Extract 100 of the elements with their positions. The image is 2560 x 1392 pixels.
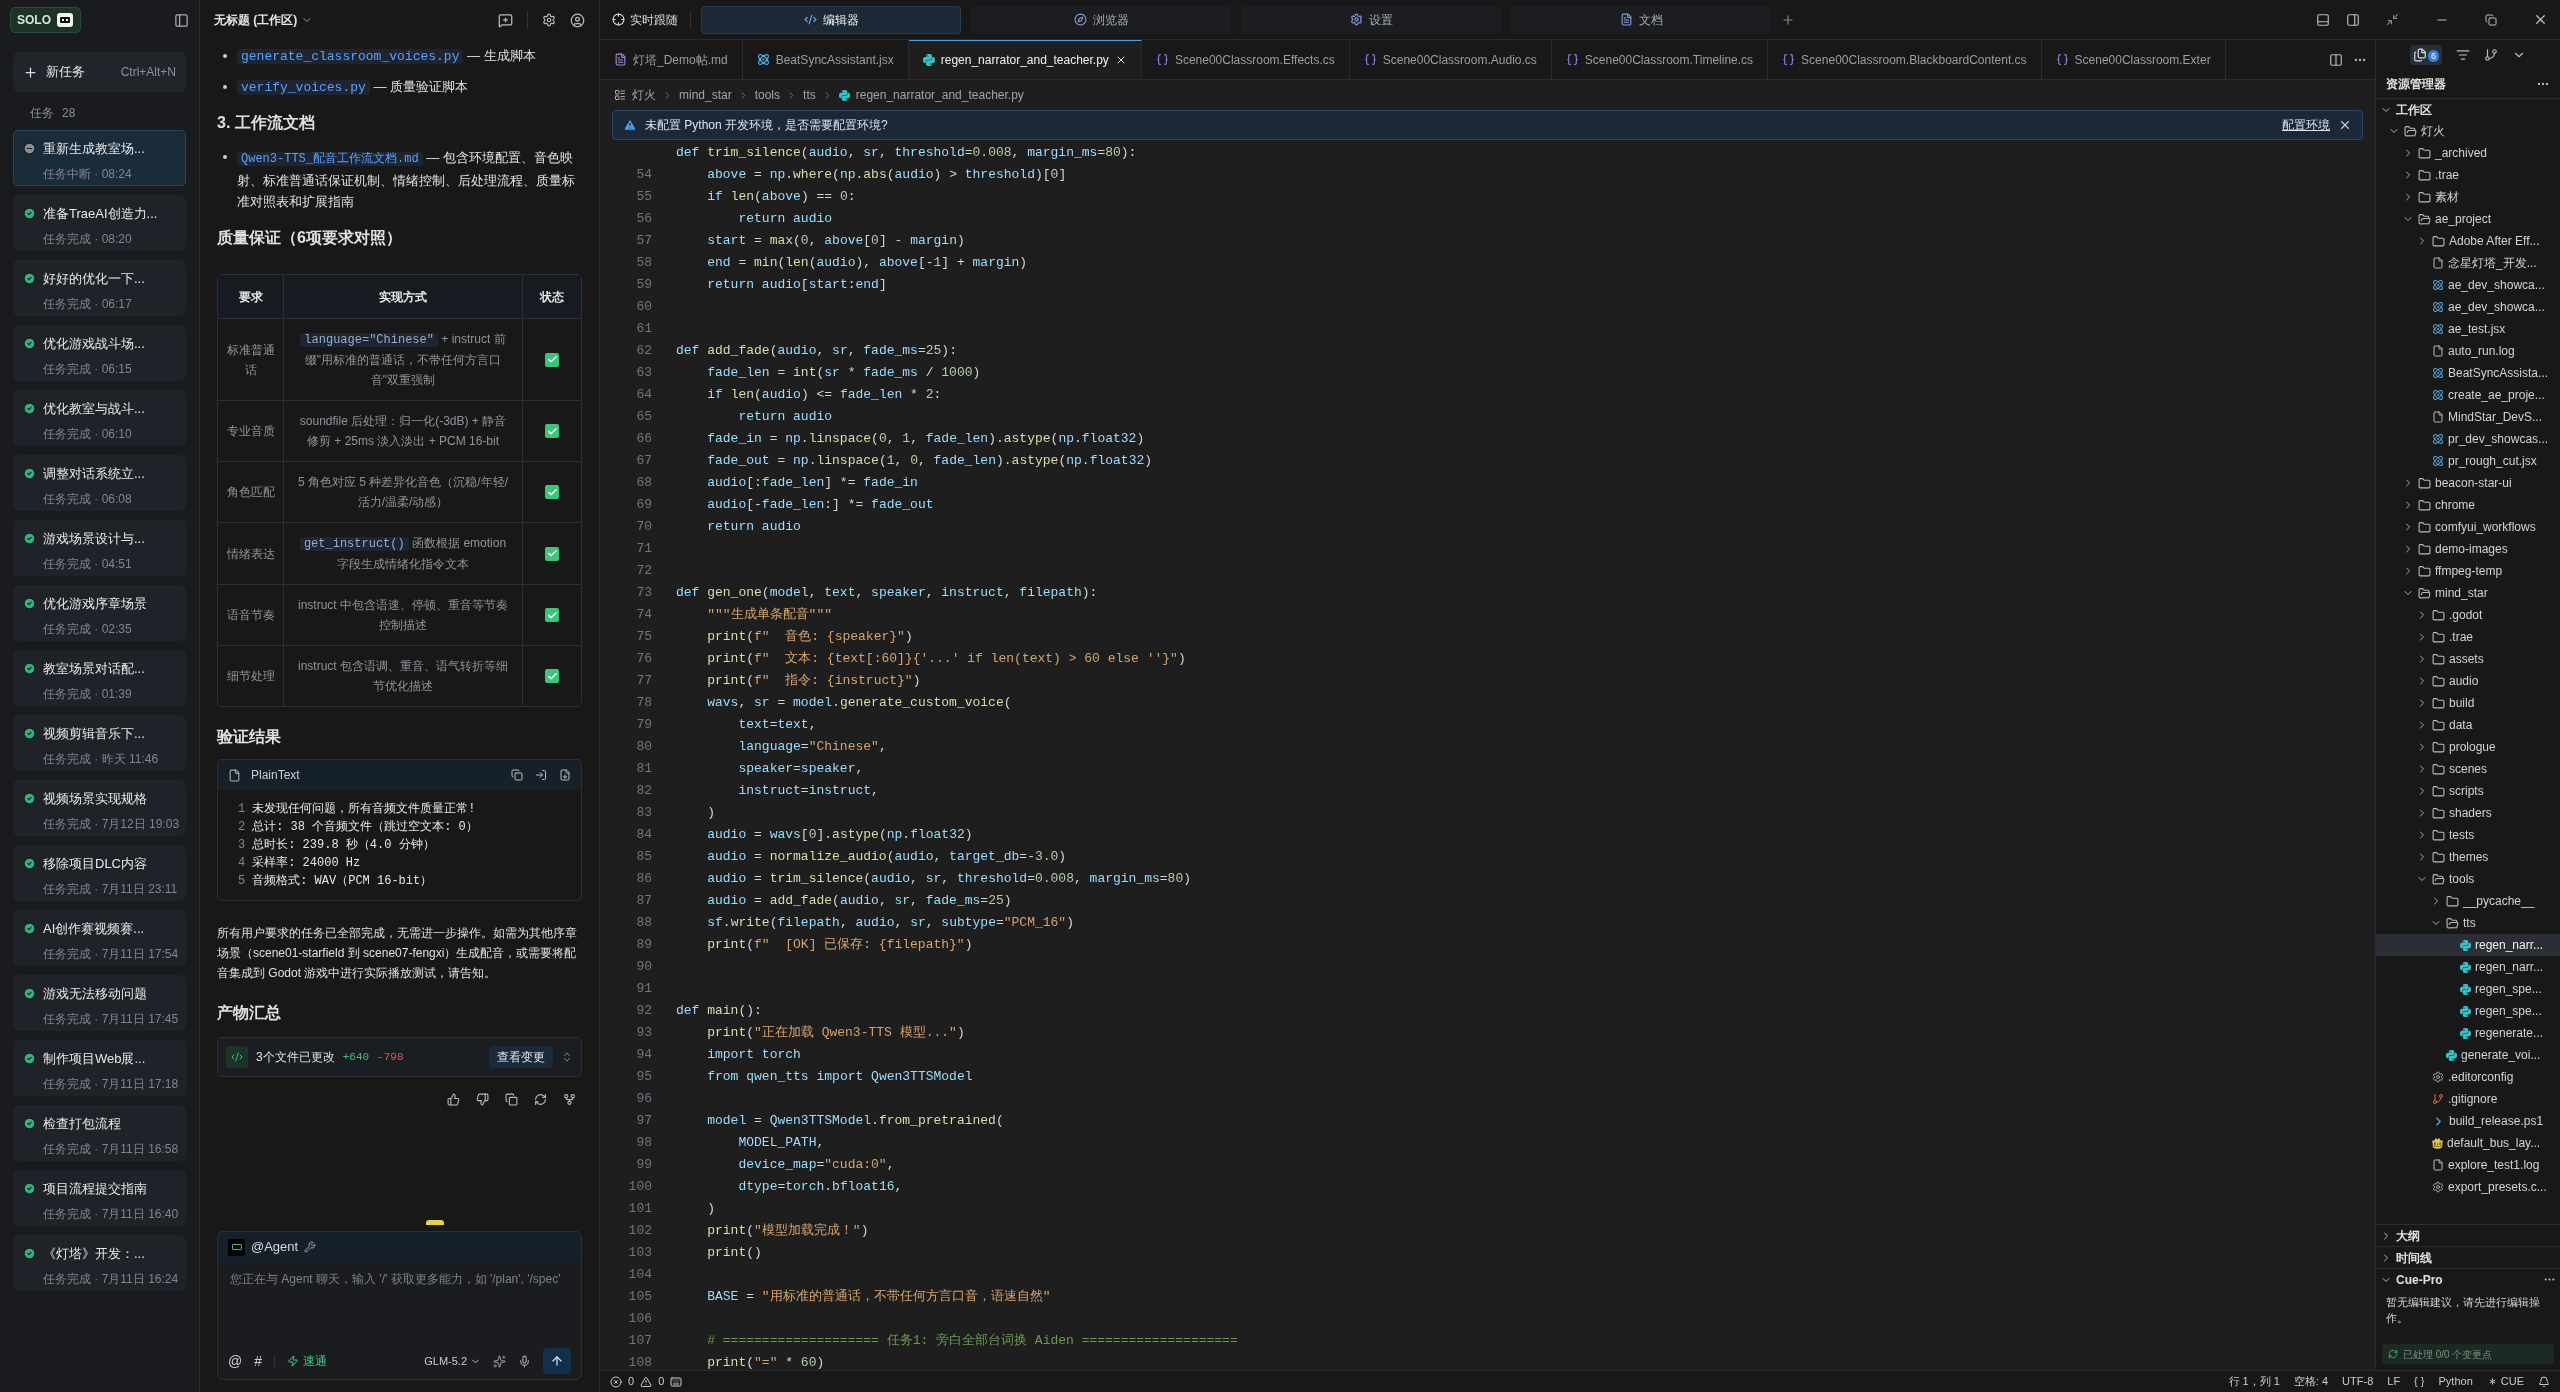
keyboard-icon[interactable] bbox=[670, 1375, 683, 1388]
view-tab[interactable]: 设置 bbox=[1241, 5, 1501, 34]
files-tab[interactable]: 6 bbox=[2410, 45, 2442, 65]
section-header[interactable]: 时间线 bbox=[2376, 1246, 2560, 1268]
task-card[interactable]: 检查打包流程 任务完成 · 7月11日 16:58 bbox=[13, 1105, 186, 1161]
folder-item[interactable]: scripts bbox=[2376, 780, 2560, 802]
copy-icon[interactable] bbox=[505, 1093, 518, 1106]
thumbs-down-icon[interactable] bbox=[476, 1093, 489, 1106]
file-tab[interactable]: Scene00Classroom.Audio.cs bbox=[1349, 40, 1552, 79]
file-item[interactable]: regen_spe... bbox=[2376, 978, 2560, 1000]
folder-item[interactable]: beacon-star-ui bbox=[2376, 472, 2560, 494]
thumbs-up-icon[interactable] bbox=[447, 1093, 460, 1106]
breadcrumb-item[interactable]: tools bbox=[754, 86, 781, 104]
folder-item[interactable]: ae_project bbox=[2376, 208, 2560, 230]
save-file-icon[interactable] bbox=[559, 769, 571, 781]
file-item[interactable]: ae_dev_showca... bbox=[2376, 274, 2560, 296]
folder-item[interactable]: 灯火 bbox=[2376, 120, 2560, 142]
indent-setting[interactable]: 空格: 4 bbox=[2293, 1373, 2329, 1390]
folder-item[interactable]: .trae bbox=[2376, 164, 2560, 186]
file-item[interactable]: regen_narr... bbox=[2376, 956, 2560, 978]
file-item[interactable]: regen_spe... bbox=[2376, 1000, 2560, 1022]
file-item[interactable]: auto_run.log bbox=[2376, 340, 2560, 362]
folder-item[interactable]: .trae bbox=[2376, 626, 2560, 648]
task-card[interactable]: 《灯塔》开发：... 任务完成 · 7月11日 16:24 bbox=[13, 1235, 186, 1291]
folder-item[interactable]: tests bbox=[2376, 824, 2560, 846]
file-item[interactable]: 念星灯塔_开发... bbox=[2376, 252, 2560, 274]
task-card[interactable]: 好好的优化一下... 任务完成 · 06:17 bbox=[13, 260, 186, 316]
file-tab[interactable]: Scene00Classroom.Exter bbox=[2041, 40, 2226, 79]
view-tab[interactable]: 编辑器 bbox=[701, 5, 961, 34]
language-mode[interactable]: Python bbox=[2438, 1373, 2473, 1390]
file-tab[interactable]: 灯塔_Demo帖.md bbox=[600, 40, 743, 79]
send-button[interactable] bbox=[543, 1348, 571, 1374]
breadcrumb-item[interactable]: mind_star bbox=[679, 86, 732, 104]
file-item[interactable]: .editorconfig bbox=[2376, 1066, 2560, 1088]
folder-item[interactable]: scenes bbox=[2376, 758, 2560, 780]
task-card[interactable]: 游戏场景设计与... 任务完成 · 04:51 bbox=[13, 520, 186, 576]
file-item[interactable]: explore_test1.log bbox=[2376, 1154, 2560, 1176]
insert-icon[interactable] bbox=[535, 769, 547, 781]
view-tab[interactable]: 浏览器 bbox=[971, 5, 1231, 34]
file-tab[interactable]: Scene00Classroom.Timeline.cs bbox=[1551, 40, 1769, 79]
panel-toggle-icon[interactable] bbox=[174, 12, 189, 28]
task-card[interactable]: 重新生成教室场... 任务中断 · 08:24 bbox=[13, 130, 186, 186]
folder-item[interactable]: tts bbox=[2376, 912, 2560, 934]
panel-right-icon[interactable] bbox=[2346, 12, 2360, 27]
task-card[interactable]: 优化游戏序章场景 任务完成 · 02:35 bbox=[13, 585, 186, 641]
mode-toggle[interactable]: 速通 bbox=[287, 1352, 327, 1370]
file-tab[interactable]: Scene00Classroom.Effects.cs bbox=[1141, 40, 1350, 79]
folder-item[interactable]: comfyui_workflows bbox=[2376, 516, 2560, 538]
encoding[interactable]: UTF-8 bbox=[2342, 1373, 2374, 1390]
section-header[interactable]: 大纲 bbox=[2376, 1224, 2560, 1246]
folder-item[interactable]: themes bbox=[2376, 846, 2560, 868]
expand-icon[interactable] bbox=[561, 1051, 573, 1063]
task-card[interactable]: 项目流程提交指南 任务完成 · 7月11日 16:40 bbox=[13, 1170, 186, 1226]
task-card[interactable]: 制作项目Web展... 任务完成 · 7月11日 17:18 bbox=[13, 1040, 186, 1096]
folder-item[interactable]: _archived bbox=[2376, 142, 2560, 164]
fork-icon[interactable] bbox=[563, 1093, 576, 1106]
folder-item[interactable]: 素材 bbox=[2376, 186, 2560, 208]
task-card[interactable]: 教室场景对话配... 任务完成 · 01:39 bbox=[13, 650, 186, 706]
file-item[interactable]: create_ae_proje... bbox=[2376, 384, 2560, 406]
file-tab[interactable]: BeatSyncAssistant.jsx bbox=[742, 40, 909, 79]
folder-item[interactable]: prologue bbox=[2376, 736, 2560, 758]
task-card[interactable]: 准备TraeAI创造力... 任务完成 · 08:20 bbox=[13, 195, 186, 251]
tools-icon[interactable] bbox=[304, 1241, 317, 1253]
task-card[interactable]: 视频剪辑音乐下... 任务完成 · 昨天 11:46 bbox=[13, 715, 186, 771]
restore-icon[interactable] bbox=[2485, 13, 2497, 26]
braces-status[interactable]: { } bbox=[2414, 1373, 2425, 1390]
file-item[interactable]: pr_dev_showcas... bbox=[2376, 428, 2560, 450]
section-header[interactable]: 工作区 bbox=[2376, 98, 2560, 120]
search-list-icon[interactable] bbox=[2456, 48, 2470, 62]
breadcrumb-item[interactable]: 灯火 bbox=[632, 86, 656, 104]
hash-button[interactable]: # bbox=[254, 1350, 262, 1372]
folder-item[interactable]: mind_star bbox=[2376, 582, 2560, 604]
file-item[interactable]: build_release.ps1 bbox=[2376, 1110, 2560, 1132]
new-chat-icon[interactable] bbox=[498, 12, 513, 28]
branch-icon[interactable] bbox=[2484, 48, 2498, 62]
folder-item[interactable]: __pycache__ bbox=[2376, 890, 2560, 912]
folder-item[interactable]: build bbox=[2376, 692, 2560, 714]
mention-button[interactable]: @ bbox=[228, 1350, 243, 1372]
file-tab[interactable]: regen_narrator_and_teacher.py bbox=[908, 40, 1142, 79]
file-item[interactable]: export_presets.c... bbox=[2376, 1176, 2560, 1198]
split-editor-icon[interactable] bbox=[2329, 52, 2343, 67]
folder-item[interactable]: Adobe After Eff... bbox=[2376, 230, 2560, 252]
file-item[interactable]: pr_rough_cut.jsx bbox=[2376, 450, 2560, 472]
folder-item[interactable]: demo-images bbox=[2376, 538, 2560, 560]
file-item[interactable]: ae_test.jsx bbox=[2376, 318, 2560, 340]
task-card[interactable]: 游戏无法移动问题 任务完成 · 7月11日 17:45 bbox=[13, 975, 186, 1031]
close-icon[interactable] bbox=[2338, 118, 2352, 132]
follow-button[interactable]: 实时跟随 bbox=[612, 10, 691, 29]
task-card[interactable]: AI创作赛视频赛... 任务完成 · 7月11日 17:54 bbox=[13, 910, 186, 966]
sparkle-icon[interactable] bbox=[493, 1354, 506, 1368]
view-changes-button[interactable]: 查看变更 bbox=[489, 1046, 553, 1068]
file-item[interactable]: default_bus_lay... bbox=[2376, 1132, 2560, 1154]
file-item[interactable]: regen_narr... bbox=[2376, 934, 2560, 956]
new-task-button[interactable]: 新任务 Ctrl+Alt+N bbox=[13, 52, 186, 92]
folder-item[interactable]: ffmpeg-temp bbox=[2376, 560, 2560, 582]
folder-item[interactable]: data bbox=[2376, 714, 2560, 736]
mic-icon[interactable] bbox=[518, 1354, 531, 1368]
breadcrumb-item[interactable]: tts bbox=[803, 86, 816, 104]
settings-icon[interactable] bbox=[542, 13, 556, 27]
cue-status[interactable]: CUE bbox=[2486, 1373, 2524, 1390]
